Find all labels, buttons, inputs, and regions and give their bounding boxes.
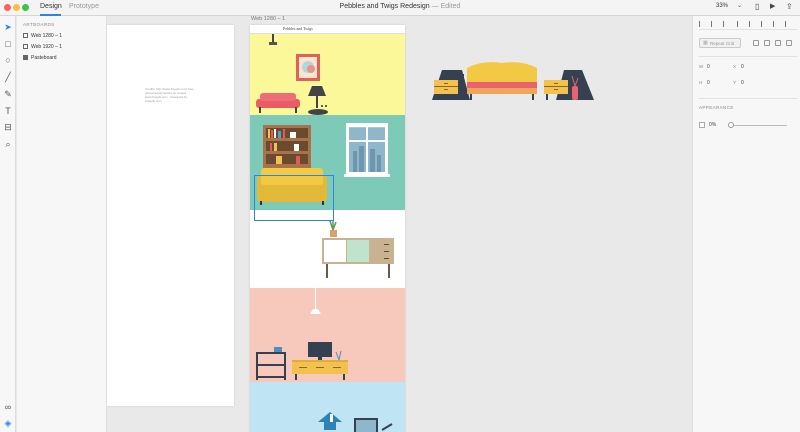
assets-icon[interactable]: ∞ bbox=[2, 401, 14, 413]
align-center-icon[interactable] bbox=[711, 21, 717, 27]
site-header: Pebbles and Twigs bbox=[250, 25, 405, 34]
media-room-section[interactable] bbox=[250, 288, 405, 382]
repeat-grid-icon: ▦ bbox=[703, 40, 708, 46]
living-room-section[interactable] bbox=[250, 34, 405, 115]
height-field[interactable]: 0 bbox=[707, 80, 710, 86]
width-field[interactable]: 0 bbox=[707, 64, 710, 70]
x-label: X bbox=[733, 64, 737, 69]
chevron-down-icon[interactable]: ⌄ bbox=[737, 2, 742, 9]
bathroom-section[interactable] bbox=[250, 382, 405, 432]
opacity-slider-track[interactable] bbox=[729, 125, 787, 126]
y-field[interactable]: 0 bbox=[741, 80, 744, 86]
artboard-web-1280[interactable]: Pebbles and Twigs bbox=[250, 25, 405, 432]
layers-icon[interactable]: ◈ bbox=[2, 417, 14, 429]
align-top-icon[interactable] bbox=[749, 21, 755, 27]
artboard-icon bbox=[23, 32, 28, 38]
dining-section[interactable] bbox=[250, 210, 405, 288]
align-toolbar bbox=[699, 20, 797, 30]
site-logo-text: Pebbles and Twigs bbox=[283, 26, 313, 31]
align-right-icon[interactable] bbox=[723, 21, 729, 27]
layer-item-web-1920[interactable]: Web 1920 – 1 bbox=[23, 43, 62, 51]
distribute-vertical-icon[interactable] bbox=[785, 21, 791, 27]
align-left-icon[interactable] bbox=[699, 21, 705, 27]
play-icon[interactable]: ▶ bbox=[770, 3, 775, 10]
opacity-slider-handle[interactable] bbox=[728, 122, 734, 128]
select-tool-icon[interactable]: ➤ bbox=[2, 21, 14, 33]
selected-sofa-outline[interactable] bbox=[254, 175, 334, 221]
pasteboard-artboard[interactable]: Credits: http://www.freepik.com/ free-ph… bbox=[107, 25, 234, 406]
tools-bar: ➤ □ ○ ╱ ✎ T ⊟ ⌕ ∞ ◈ bbox=[0, 16, 16, 432]
layers-panel: ARTBOARDS Web 1280 – 1 Web 1920 – 1 Past… bbox=[17, 16, 107, 432]
share-icon[interactable]: ⇪ bbox=[786, 3, 793, 11]
align-middle-icon[interactable] bbox=[761, 21, 767, 27]
xd-app-window: Design Prototype Pebbles and Twigs Redes… bbox=[0, 0, 800, 432]
layer-item-pasteboard[interactable]: Pasteboard bbox=[23, 54, 57, 62]
divider bbox=[699, 98, 797, 99]
zoom-level[interactable]: 33% bbox=[716, 3, 728, 9]
document-title: Pebbles and Twigs Redesign — Edited bbox=[339, 3, 461, 10]
property-inspector: ▦ Repeat Grid W 0 X 0 H 0 Y 0 APPEARANCE… bbox=[692, 16, 800, 432]
pasteboard-icon bbox=[23, 54, 28, 60]
divider bbox=[699, 56, 797, 57]
opacity-field[interactable]: 0% bbox=[709, 122, 716, 128]
exclude-boolean-icon[interactable] bbox=[786, 40, 792, 46]
bathroom-illustration bbox=[318, 412, 393, 432]
appearance-heading: APPEARANCE bbox=[699, 105, 734, 110]
artboard-web-1920-preview[interactable] bbox=[432, 60, 597, 102]
ellipse-tool-icon[interactable]: ○ bbox=[2, 54, 14, 66]
credits-text: Credits: http://www.freepik.com/ free-ph… bbox=[145, 87, 195, 103]
x-field[interactable]: 0 bbox=[741, 64, 744, 70]
subtract-boolean-icon[interactable] bbox=[764, 40, 770, 46]
repeat-grid-button[interactable]: ▦ Repeat Grid bbox=[699, 38, 741, 48]
device-preview-icon[interactable]: ▯ bbox=[755, 3, 759, 11]
text-tool-icon[interactable]: T bbox=[2, 105, 14, 117]
distribute-horizontal-icon[interactable] bbox=[737, 21, 743, 27]
media-room-illustration bbox=[256, 288, 348, 380]
add-boolean-icon[interactable] bbox=[753, 40, 759, 46]
width-label: W bbox=[699, 64, 704, 69]
y-label: Y bbox=[733, 80, 737, 85]
design-canvas[interactable]: Credits: http://www.freepik.com/ free-ph… bbox=[107, 16, 692, 432]
rectangle-tool-icon[interactable]: □ bbox=[2, 38, 14, 50]
artboard-title[interactable]: Web 1280 – 1 bbox=[251, 16, 285, 22]
artboards-heading: ARTBOARDS bbox=[23, 22, 55, 27]
title-bar: Design Prototype Pebbles and Twigs Redes… bbox=[0, 0, 800, 16]
intersect-boolean-icon[interactable] bbox=[775, 40, 781, 46]
align-bottom-icon[interactable] bbox=[773, 21, 779, 27]
document-status: — Edited bbox=[431, 3, 461, 10]
zoom-tool-icon[interactable]: ⌕ bbox=[2, 138, 14, 150]
opacity-icon bbox=[699, 122, 705, 128]
artboard-tool-icon[interactable]: ⊟ bbox=[2, 121, 14, 133]
living-room-illustration bbox=[256, 34, 328, 115]
line-tool-icon[interactable]: ╱ bbox=[2, 71, 14, 83]
pen-tool-icon[interactable]: ✎ bbox=[2, 88, 14, 100]
height-label: H bbox=[699, 80, 703, 85]
artboard-icon bbox=[23, 43, 28, 49]
layer-item-web-1280[interactable]: Web 1280 – 1 bbox=[23, 32, 62, 40]
dining-illustration bbox=[322, 220, 394, 278]
